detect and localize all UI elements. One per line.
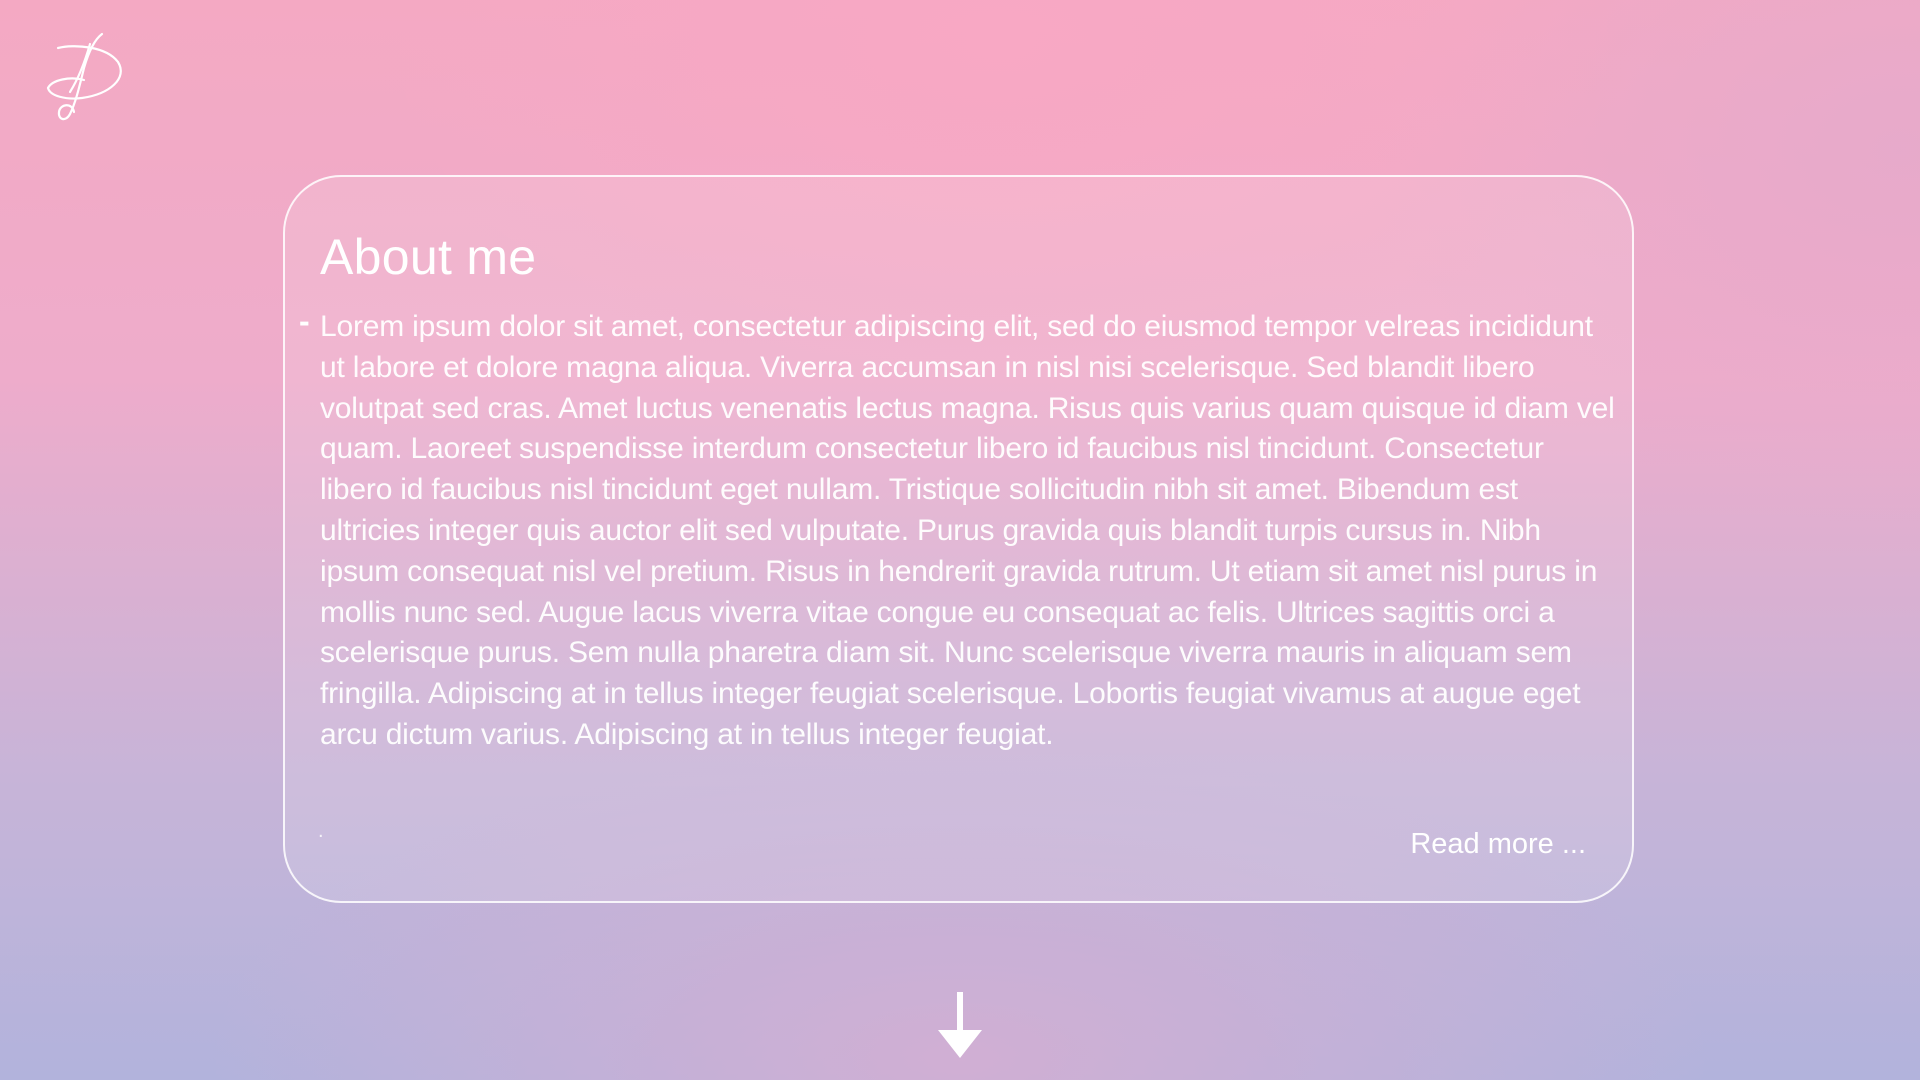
about-text: Lorem ipsum dolor sit amet, consectetur … (320, 310, 1615, 751)
bullet-dash: - (299, 303, 310, 339)
signature-logo-icon[interactable] (40, 28, 126, 122)
about-card: About me - Lorem ipsum dolor sit amet, c… (283, 175, 1634, 903)
arrow-down-icon[interactable] (936, 992, 984, 1060)
trailing-dot: . (318, 820, 324, 842)
read-more-link[interactable]: Read more ... (1410, 827, 1586, 862)
about-title: About me (320, 229, 537, 285)
